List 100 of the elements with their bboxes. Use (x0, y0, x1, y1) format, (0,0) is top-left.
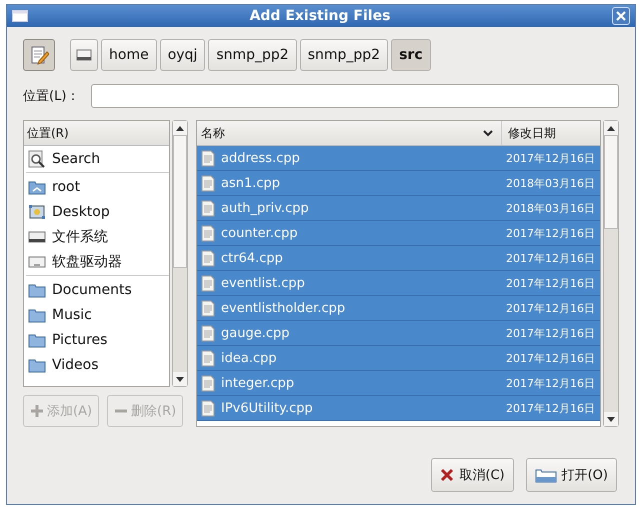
place-label: 文件系统 (52, 228, 108, 246)
file-row[interactable]: eventlist.cpp 2017年12月16日 (197, 271, 600, 296)
drive-icon (28, 228, 46, 244)
column-header[interactable]: 名称 (197, 121, 502, 145)
place-item[interactable]: Music (24, 302, 169, 327)
location-field[interactable] (91, 84, 619, 108)
place-item[interactable]: Videos (24, 352, 169, 377)
desktop-icon (28, 204, 46, 220)
path-button[interactable]: oyqj (160, 39, 206, 71)
file-name: integer.cpp (221, 376, 296, 390)
home-folder-icon (28, 178, 46, 194)
document-icon (201, 350, 215, 366)
sort-chevron-icon (483, 129, 493, 137)
file-date: 2017年12月16日 (506, 326, 596, 340)
column-header[interactable]: 修改日期 (502, 121, 600, 145)
up-arrow-icon (176, 126, 184, 130)
file-date: 2017年12月16日 (506, 276, 596, 290)
file-name: ctr64.cpp (221, 250, 284, 266)
file-name: gauge.cpp (221, 326, 290, 340)
drive-icon (76, 48, 92, 62)
scrollbar[interactable] (172, 120, 188, 387)
file-date: 2017年12月16日 (506, 350, 596, 366)
cancel-button[interactable]: 取消(C) (431, 458, 514, 492)
edit-location-toggle[interactable] (23, 39, 55, 71)
path-button[interactable]: home (101, 39, 157, 71)
file-row[interactable]: integer.cpp 2017年12月16日 (197, 371, 600, 396)
floppy-drive-icon (28, 254, 46, 270)
plus-icon (30, 404, 44, 418)
document-icon (201, 324, 215, 342)
place-label: Search (52, 150, 100, 166)
document-icon (201, 400, 215, 416)
place-label: Pictures (52, 332, 108, 348)
file-row[interactable]: counter.cpp 2017年12月16日 (197, 221, 600, 246)
file-row[interactable]: asn1.cpp 2018年03月16日 (197, 171, 600, 196)
file-date: 2017年12月16日 (506, 376, 596, 390)
place-label: Music (52, 306, 92, 322)
file-date: 2017年12月16日 (506, 226, 596, 240)
folder-icon (534, 467, 557, 483)
document-icon (201, 250, 215, 266)
place-label: 软盘驱动器 (52, 252, 122, 270)
document-icon (201, 374, 215, 392)
file-row[interactable]: auth_priv.cpp 2018年03月16日 (197, 196, 600, 221)
file-row[interactable]: gauge.cpp 2017年12月16日 (197, 321, 600, 346)
path-button[interactable]: snmp_pp2 (208, 39, 297, 71)
cross-icon (440, 468, 454, 482)
file-date: 2017年12月16日 (506, 300, 596, 316)
file-row[interactable]: eventlistholder.cpp 2017年12月16日 (197, 296, 600, 321)
window-title: Add Existing Files (248, 8, 392, 24)
file-name: asn1.cpp (221, 176, 282, 190)
down-arrow-icon (176, 376, 184, 382)
file-row[interactable]: idea.cpp 2017年12月16日 (197, 346, 600, 371)
document-icon (201, 224, 215, 242)
drive-button[interactable] (70, 39, 98, 71)
path-button[interactable]: snmp_pp2 (300, 39, 388, 71)
file-date: 2018年03月16日 (506, 200, 596, 216)
file-row[interactable]: ctr64.cpp 2017年12月16日 (197, 246, 600, 271)
place-item[interactable]: 文件系统 (24, 224, 169, 249)
place-label: root (52, 178, 80, 194)
file-name: IPv6Utility.cpp (221, 400, 314, 416)
place-label: Desktop (52, 204, 110, 220)
location-label: 位置(L)： (23, 88, 80, 105)
file-name: address.cpp (221, 150, 301, 166)
folder-icon (28, 332, 46, 348)
file-name: idea.cpp (221, 350, 278, 366)
down-arrow-icon (607, 416, 615, 422)
file-name: auth_priv.cpp (221, 200, 310, 216)
window-icon (12, 10, 28, 22)
file-date: 2017年12月16日 (506, 250, 596, 266)
file-date: 2017年12月16日 (506, 150, 596, 166)
place-item[interactable]: Desktop (24, 199, 169, 224)
file-name: counter.cpp (221, 226, 299, 240)
place-item[interactable]: Pictures (24, 327, 169, 352)
place-item[interactable]: 软盘驱动器 (24, 249, 169, 274)
place-item[interactable]: Documents (24, 277, 169, 302)
open-button[interactable]: 打开(O) (526, 458, 617, 492)
document-icon (201, 300, 215, 316)
place-label: Documents (52, 282, 132, 298)
search-icon (28, 150, 46, 168)
scrollbar[interactable] (603, 120, 619, 427)
folder-icon (28, 282, 46, 298)
close-icon (616, 11, 626, 21)
place-item[interactable]: root (24, 174, 169, 199)
folder-icon (28, 356, 46, 372)
folder-icon (28, 306, 46, 322)
pencil-document-icon (29, 45, 49, 65)
file-date: 2017年12月16日 (506, 400, 596, 416)
document-icon (201, 174, 215, 192)
up-arrow-icon (607, 126, 615, 130)
document-icon (201, 274, 215, 292)
close-button[interactable] (612, 7, 630, 25)
file-name: eventlistholder.cpp (221, 300, 346, 316)
file-date: 2018年03月16日 (506, 176, 596, 190)
file-row[interactable]: address.cpp 2017年12月16日 (197, 146, 600, 171)
column-header[interactable]: 位置(R) (24, 121, 169, 146)
file-row[interactable]: IPv6Utility.cpp 2017年12月16日 (197, 396, 600, 421)
place-label: Videos (52, 356, 99, 372)
document-icon (201, 150, 215, 166)
document-icon (201, 200, 215, 216)
place-item[interactable]: Search (24, 146, 169, 171)
path-button[interactable]: src (391, 39, 431, 71)
